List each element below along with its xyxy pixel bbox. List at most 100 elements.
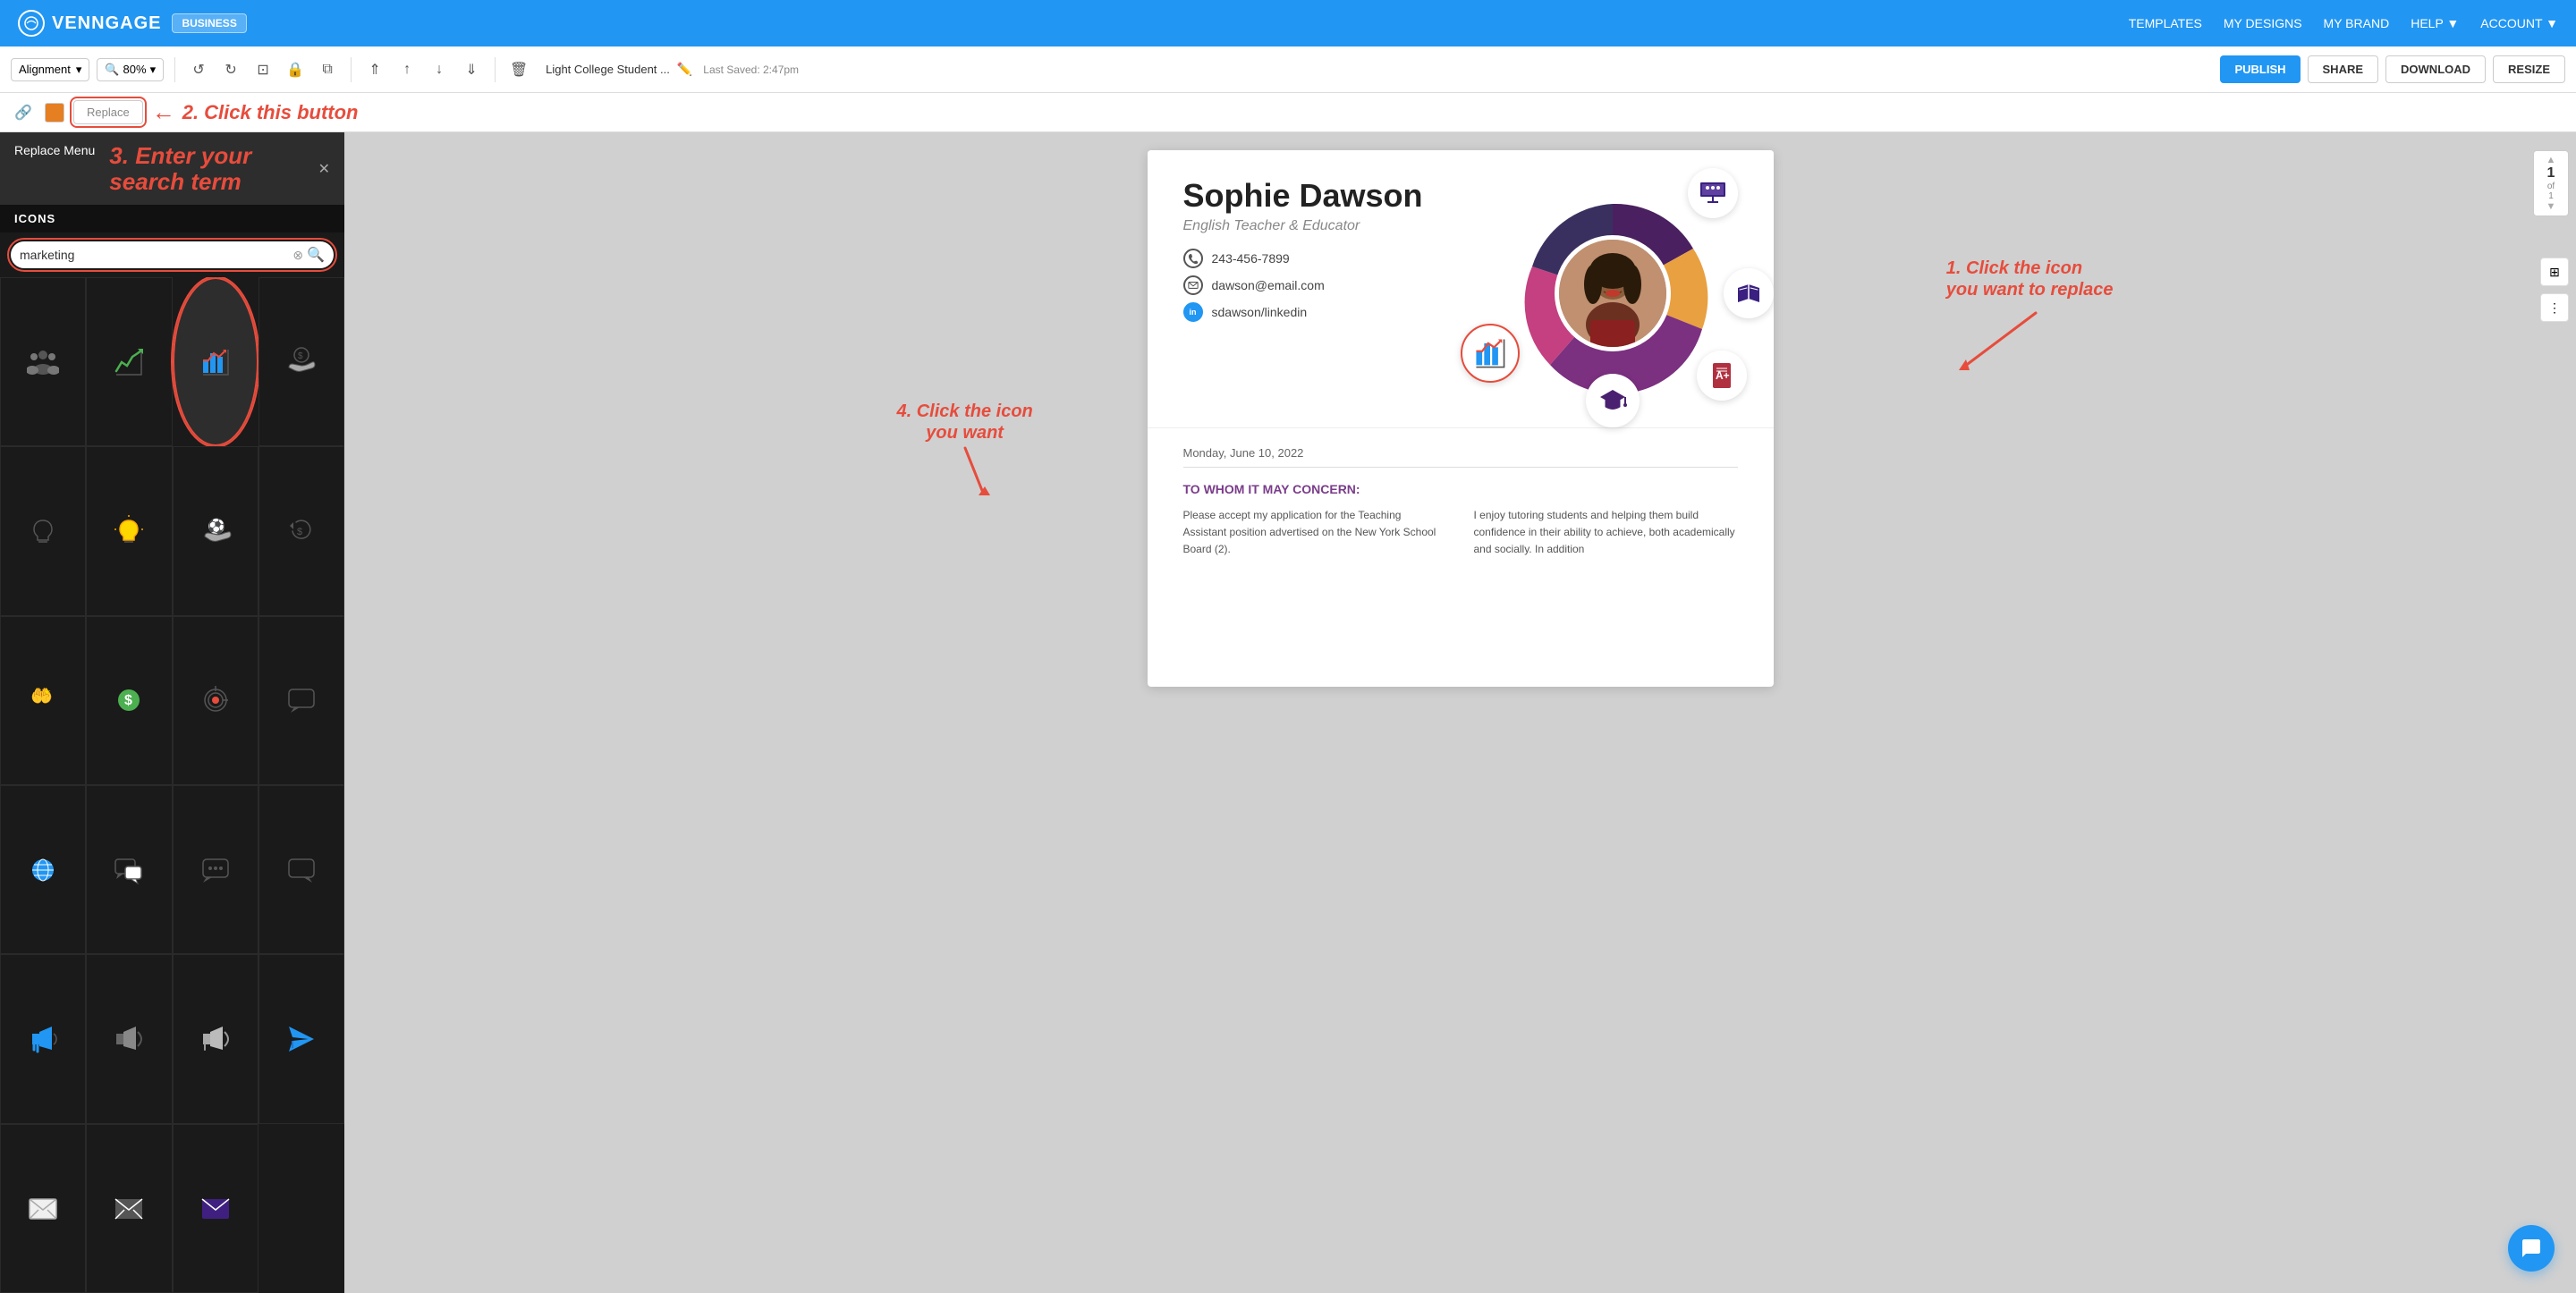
download-button[interactable]: DOWNLOAD	[2385, 55, 2486, 83]
icon-cell-people[interactable]	[0, 277, 86, 446]
top-navigation: VENNGAGE BUSINESS TEMPLATES MY DESIGNS M…	[0, 0, 2576, 46]
icon-cell-envelope-3[interactable]	[173, 1124, 258, 1293]
separator-3	[495, 57, 496, 82]
move-up-button[interactable]: ↑	[394, 57, 419, 82]
nav-right: TEMPLATES MY DESIGNS MY BRAND HELP ▼ ACC…	[2129, 16, 2558, 30]
icon-cell-hand-stars[interactable]: 🤲 ★	[0, 616, 86, 785]
card-concern: TO WHOM IT MAY CONCERN:	[1183, 482, 1738, 496]
share-button[interactable]: SHARE	[2308, 55, 2379, 83]
nav-help[interactable]: HELP ▼	[2411, 16, 2459, 30]
replace-button[interactable]: Replace	[73, 100, 143, 124]
resize-button[interactable]: RESIZE	[2493, 55, 2565, 83]
edit-title-icon[interactable]: ✏️	[677, 62, 692, 77]
svg-text:⚽: ⚽	[207, 518, 225, 535]
icon-cell-chart-up[interactable]	[86, 277, 172, 446]
icon-cell-megaphone-3[interactable]	[173, 954, 258, 1123]
document-title: Light College Student ...	[546, 63, 670, 76]
panel-title: Replace Menu	[14, 143, 95, 157]
panel-header: Replace Menu 3. Enter yoursearch term ✕	[0, 132, 344, 205]
page-of: of	[2534, 182, 2568, 191]
icon-cell-bulb-off[interactable]	[0, 446, 86, 615]
icon-cell-hand-star[interactable]: ⚽	[173, 446, 258, 615]
search-bar: ⊗ 🔍	[0, 232, 344, 277]
icon-cell-bar-chart-selected[interactable]	[173, 277, 258, 446]
person-title: English Teacher & Educator	[1183, 218, 1461, 234]
separator-1	[174, 57, 175, 82]
icon-cell-bulb-on[interactable]	[86, 446, 172, 615]
panel-close-button[interactable]: ✕	[318, 160, 330, 178]
svg-text:$: $	[298, 351, 303, 361]
move-down-bottom-button[interactable]: ⇓	[459, 57, 484, 82]
card-text-columns: Please accept my application for the Tea…	[1183, 507, 1738, 559]
icon-cell-speech-dots[interactable]	[173, 785, 258, 954]
card-left: Sophie Dawson English Teacher & Educator…	[1183, 177, 1461, 410]
svg-text:$: $	[297, 527, 302, 537]
icon-cell-globe[interactable]	[0, 785, 86, 954]
icon-cell-megaphone[interactable]	[0, 954, 86, 1123]
skill-icon-graduation[interactable]	[1586, 374, 1640, 427]
contact-email: dawson@email.com	[1183, 275, 1461, 295]
nav-templates[interactable]: TEMPLATES	[2129, 16, 2202, 30]
icon-cell-dollar-circle[interactable]: $	[86, 616, 172, 785]
nav-logo[interactable]: VENNGAGE	[18, 10, 161, 37]
last-saved: Last Saved: 2:47pm	[703, 63, 799, 76]
card-divider	[1183, 467, 1738, 468]
canvas-area: Sophie Dawson English Teacher & Educator…	[344, 132, 2576, 1293]
design-card: Sophie Dawson English Teacher & Educator…	[1148, 150, 1774, 687]
svg-text:$: $	[124, 693, 132, 708]
page-indicator: ▲ 1 of 1 ▼	[2533, 150, 2569, 216]
business-badge[interactable]: BUSINESS	[172, 13, 246, 33]
icon-cell-recycle-money[interactable]: $	[258, 446, 344, 615]
icon-cell-paper-plane[interactable]	[258, 954, 344, 1123]
nav-account[interactable]: ACCOUNT ▼	[2480, 16, 2558, 30]
person-name: Sophie Dawson	[1183, 177, 1461, 215]
move-up-top-button[interactable]: ⇑	[362, 57, 387, 82]
dropdown-arrow-icon: ▾	[76, 63, 82, 77]
icon-toolbar: 🔗 Replace ← 2. Click this button	[0, 93, 2576, 132]
main-area: Replace Menu 3. Enter yoursearch term ✕ …	[0, 132, 2576, 1293]
profile-photo	[1559, 240, 1666, 347]
email-icon	[1183, 275, 1203, 295]
contact-phone: 243-456-7899	[1183, 249, 1461, 268]
icon-cell-envelope-2[interactable]	[86, 1124, 172, 1293]
toolbar-actions: PUBLISH SHARE DOWNLOAD RESIZE	[2220, 55, 2565, 83]
publish-button[interactable]: PUBLISH	[2220, 55, 2300, 83]
copy-button[interactable]: ⧉	[315, 57, 340, 82]
clear-search-icon[interactable]: ⊗	[292, 248, 303, 263]
color-swatch[interactable]	[45, 103, 64, 123]
icon-cell-chat-bubble[interactable]	[86, 785, 172, 954]
chat-button[interactable]	[2508, 1225, 2555, 1272]
search-zoom-icon: 🔍	[105, 63, 119, 77]
skill-icon-classroom[interactable]	[1688, 168, 1738, 218]
skill-icon-book[interactable]	[1724, 268, 1774, 318]
step4-annotation: 4. Click the iconyou want	[897, 401, 1033, 497]
lock-button[interactable]: 🔒	[283, 57, 308, 82]
skill-icon-marketing-selected[interactable]	[1461, 324, 1520, 383]
icon-cell-speech-right[interactable]	[258, 785, 344, 954]
search-input[interactable]	[20, 248, 292, 262]
zoom-select[interactable]: 🔍 80% ▾	[97, 58, 164, 81]
icon-cell-speech-bubble[interactable]	[258, 616, 344, 785]
layers-button[interactable]: ⊞	[2540, 258, 2569, 286]
alignment-select[interactable]: Alignment ▾	[11, 58, 89, 81]
nav-my-brand[interactable]: MY BRAND	[2324, 16, 2390, 30]
skill-icon-grade[interactable]: A+	[1697, 351, 1747, 401]
panel-section-label: ICONS	[0, 205, 344, 232]
icon-cell-target[interactable]	[173, 616, 258, 785]
icon-cell-hand-money[interactable]: $	[258, 277, 344, 446]
move-down-button[interactable]: ↓	[427, 57, 452, 82]
right-mini-panel: ⊞ ⋮	[2540, 258, 2569, 322]
icon-cell-envelope-1[interactable]	[0, 1124, 86, 1293]
toolbar: Alignment ▾ 🔍 80% ▾ ↺ ↻ ⊡ 🔒 ⧉ ⇑ ↑ ↓ ⇓ 🗑 …	[0, 46, 2576, 93]
undo-button[interactable]: ↺	[186, 57, 211, 82]
more-options-button[interactable]: ⋮	[2540, 293, 2569, 322]
search-icon[interactable]: 🔍	[307, 246, 325, 264]
link-icon[interactable]: 🔗	[11, 100, 36, 125]
delete-button[interactable]: 🗑	[506, 57, 531, 82]
card-text-col-1: Please accept my application for the Tea…	[1183, 507, 1447, 559]
search-input-container: ⊗ 🔍	[11, 241, 334, 268]
icon-cell-megaphone-2[interactable]	[86, 954, 172, 1123]
frame-button[interactable]: ⊡	[250, 57, 275, 82]
redo-button[interactable]: ↻	[218, 57, 243, 82]
nav-my-designs[interactable]: MY DESIGNS	[2224, 16, 2302, 30]
